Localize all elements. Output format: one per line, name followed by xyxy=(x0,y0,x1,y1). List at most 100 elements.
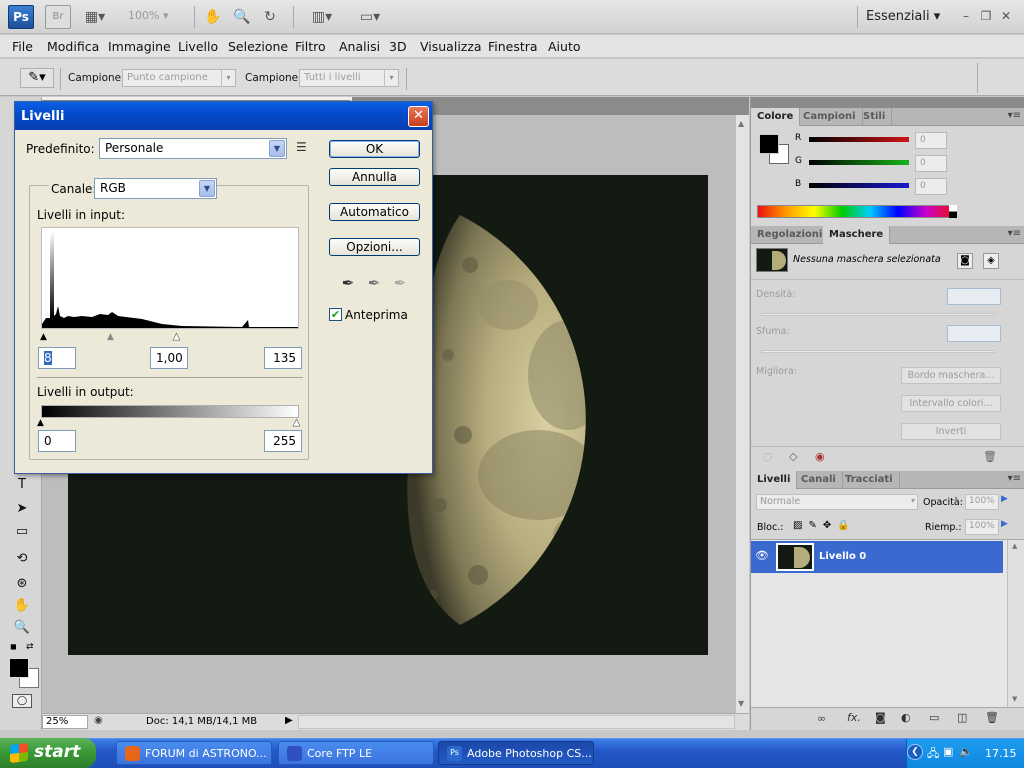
tab-regolazioni[interactable]: Regolazioni xyxy=(751,226,830,244)
fill-arrow-icon[interactable]: ▶ xyxy=(1001,519,1015,535)
g-slider[interactable] xyxy=(809,160,909,165)
type-tool-icon[interactable]: T xyxy=(10,475,34,495)
hand-tool-icon[interactable]: ✋ xyxy=(203,8,223,26)
dialog-close-icon[interactable]: ✕ xyxy=(408,106,429,127)
disable-mask-icon[interactable]: ◉ xyxy=(815,450,825,463)
menu-analisi[interactable]: Analisi xyxy=(339,39,380,54)
menu-selezione[interactable]: Selezione xyxy=(228,39,288,54)
taskbar-item[interactable]: FORUM di ASTRONO... xyxy=(116,741,272,765)
panel-menu-icon[interactable]: ▾≡ xyxy=(1008,228,1021,239)
screen-mode-icon[interactable]: ▭▾ xyxy=(353,8,387,26)
input-gamma-slider[interactable]: ▲ xyxy=(107,332,114,342)
input-black-field[interactable]: 8 xyxy=(38,347,76,369)
eyedropper-preset-icon[interactable]: ✎▾ xyxy=(20,68,54,88)
foreground-color-swatch[interactable] xyxy=(9,658,29,678)
tray-app-icon[interactable]: ▣ xyxy=(943,745,953,758)
bridge-button[interactable]: Br xyxy=(45,5,71,29)
vertical-scrollbar[interactable]: ▲ ▼ xyxy=(735,115,749,713)
start-button[interactable]: start xyxy=(0,738,96,768)
menu-finestra[interactable]: Finestra xyxy=(488,39,538,54)
taskbar-item-active[interactable]: Ps Adobe Photoshop CS... xyxy=(438,741,594,765)
tab-stili[interactable]: Stili xyxy=(857,108,893,126)
b-slider[interactable] xyxy=(809,183,909,188)
feather-field[interactable] xyxy=(947,325,1001,342)
channel-select[interactable]: RGB ▼ xyxy=(94,178,217,199)
menu-aiuto[interactable]: Aiuto xyxy=(548,39,581,54)
output-white-slider[interactable]: ▲ xyxy=(293,418,300,429)
fx-icon[interactable]: fx. xyxy=(847,711,861,724)
mask-edge-button[interactable]: Bordo maschera... xyxy=(901,367,1001,384)
b-value[interactable]: 0 xyxy=(915,178,947,195)
white-eyedropper-icon[interactable]: ✒ xyxy=(389,272,411,294)
feather-slider[interactable] xyxy=(761,350,995,353)
cancel-button[interactable]: Annulla xyxy=(329,168,420,186)
input-white-slider[interactable]: ▲ xyxy=(173,332,180,343)
3d-orbit-tool-icon[interactable]: ⊛ xyxy=(10,574,34,594)
swap-colors-icon[interactable]: ⇄ xyxy=(26,642,34,652)
blend-mode-select[interactable]: Normale ▾ xyxy=(756,494,918,510)
network-icon[interactable]: 🖧 xyxy=(927,745,939,764)
preview-checkbox[interactable]: ✔ xyxy=(329,308,342,321)
opacity-arrow-icon[interactable]: ▶ xyxy=(1001,494,1015,510)
layer-name[interactable]: Livello 0 xyxy=(819,551,866,562)
add-vector-mask-icon[interactable]: ◈ xyxy=(983,253,999,269)
load-selection-icon[interactable]: ◌ xyxy=(763,450,773,463)
default-colors-icon[interactable]: ◼ xyxy=(10,642,17,651)
arrange-documents-icon[interactable]: ▥▾ xyxy=(305,8,339,26)
tray-expand-icon[interactable]: ❮ xyxy=(907,744,923,760)
quick-mask-icon[interactable]: ◯ xyxy=(12,694,32,708)
menu-livello[interactable]: Livello xyxy=(178,39,218,54)
zoom-level-select[interactable]: 100% ▾ xyxy=(128,9,182,25)
zoom-tool-icon[interactable]: 🔍 xyxy=(10,618,34,638)
add-mask-icon[interactable]: ◙ xyxy=(875,711,886,724)
horizontal-scrollbar[interactable] xyxy=(298,715,735,729)
speaker-icon[interactable]: 🔈 xyxy=(959,745,973,758)
invert-button[interactable]: Inverti xyxy=(901,423,1001,440)
tab-colore[interactable]: Colore xyxy=(751,108,801,126)
add-pixel-mask-icon[interactable]: ◙ xyxy=(957,253,973,269)
menu-3d[interactable]: 3D xyxy=(389,39,407,54)
zoom-field[interactable]: 25% xyxy=(42,715,88,729)
lock-icons[interactable]: ▨✎✥🔒 xyxy=(793,520,856,531)
tab-canali[interactable]: Canali xyxy=(795,471,843,489)
shape-tool-icon[interactable]: ▭ xyxy=(10,522,34,542)
color-range-button[interactable]: Intervallo colori... xyxy=(901,395,1001,412)
zoom-tool-icon[interactable]: 🔍 xyxy=(232,8,252,26)
delete-mask-icon[interactable]: 🗑 xyxy=(983,450,997,463)
delete-layer-icon[interactable]: 🗑 xyxy=(985,711,999,724)
tab-campioni[interactable]: Campioni xyxy=(797,108,863,126)
input-black-slider[interactable]: ▲ xyxy=(40,332,47,342)
density-slider[interactable] xyxy=(761,313,995,316)
fill-field[interactable]: 100% xyxy=(965,519,999,535)
new-layer-icon[interactable]: ◫ xyxy=(957,711,967,724)
link-layers-icon[interactable]: ∞ xyxy=(817,712,826,725)
hand-tool-icon[interactable]: ✋ xyxy=(10,596,34,616)
panel-menu-icon[interactable]: ▾≡ xyxy=(1008,473,1021,484)
panel-menu-icon[interactable]: ▾≡ xyxy=(1008,110,1021,121)
menu-visualizza[interactable]: Visualizza xyxy=(420,39,482,54)
sample-layers-select[interactable]: Tutti i livelli ▾ xyxy=(299,69,399,87)
auto-button[interactable]: Automatico xyxy=(329,203,420,221)
ok-button[interactable]: OK xyxy=(329,140,420,158)
rotate-view-icon[interactable]: ↻ xyxy=(260,8,280,26)
opacity-field[interactable]: 100% xyxy=(965,494,999,510)
r-value[interactable]: 0 xyxy=(915,132,947,149)
workspace-switcher[interactable]: Essenziali ▾ xyxy=(866,9,940,24)
output-black-slider[interactable]: ▲ xyxy=(37,418,44,428)
view-extras-icon[interactable]: ▦▾ xyxy=(82,8,108,26)
color-fg-swatch[interactable] xyxy=(759,134,779,154)
minimize-button[interactable]: – xyxy=(958,8,974,24)
path-selection-tool-icon[interactable]: ➤ xyxy=(10,499,34,519)
menu-modifica[interactable]: Modifica xyxy=(47,39,99,54)
color-spectrum-ramp[interactable] xyxy=(757,205,955,218)
layer-row[interactable]: 👁 Livello 0 xyxy=(751,541,1003,573)
input-white-field[interactable]: 135 xyxy=(264,347,302,369)
apply-mask-icon[interactable]: ◇ xyxy=(789,450,797,463)
new-group-icon[interactable]: ▭ xyxy=(929,711,939,724)
tab-livelli[interactable]: Livelli xyxy=(751,471,798,489)
menu-file[interactable]: File xyxy=(12,39,33,54)
menu-immagine[interactable]: Immagine xyxy=(108,39,171,54)
adjustment-layer-icon[interactable]: ◐ xyxy=(901,711,911,724)
output-white-field[interactable]: 255 xyxy=(264,430,302,452)
black-eyedropper-icon[interactable]: ✒ xyxy=(337,272,359,294)
